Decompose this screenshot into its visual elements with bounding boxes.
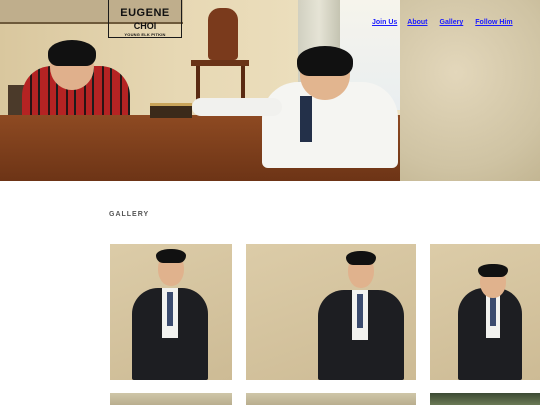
gallery-photo[interactable] xyxy=(246,393,416,405)
photo-hair xyxy=(346,251,376,265)
gallery-photo[interactable] xyxy=(110,393,232,405)
gallery-photo[interactable] xyxy=(430,244,540,380)
hero-person-left-hair xyxy=(48,40,96,66)
logo-line-2: CHOI xyxy=(133,21,157,31)
photo-hair xyxy=(478,264,508,277)
logo-tagline: YOUNG ELK PITKIN xyxy=(124,32,166,37)
site-logo[interactable]: EUGENE CHOI YOUNG ELK PITKIN xyxy=(108,0,182,38)
hero-person-right-hair xyxy=(297,46,353,76)
photo-background xyxy=(246,393,416,405)
photo-tie xyxy=(167,292,173,326)
hero-person-right-tie xyxy=(300,96,312,142)
hero-book xyxy=(150,103,192,118)
gallery-photo[interactable] xyxy=(110,244,232,380)
logo-line-1: EUGENE xyxy=(120,7,170,19)
gallery-photo[interactable] xyxy=(246,244,416,380)
nav-about[interactable]: About xyxy=(407,19,427,31)
photo-background xyxy=(110,393,232,405)
nav-gallery[interactable]: Gallery xyxy=(440,19,464,31)
gallery-photo[interactable] xyxy=(430,393,540,405)
gallery-heading: GALLERY xyxy=(109,211,150,218)
nav-join-us[interactable]: Join Us xyxy=(372,19,397,31)
hero-statue xyxy=(208,8,238,60)
main-nav: Join Us About Gallery Follow Him xyxy=(372,19,513,31)
photo-tie xyxy=(357,294,363,328)
photo-background xyxy=(430,393,540,405)
photo-hair xyxy=(156,249,186,263)
nav-follow-him[interactable]: Follow Him xyxy=(475,19,512,31)
hero-person-right-arm xyxy=(192,98,282,116)
